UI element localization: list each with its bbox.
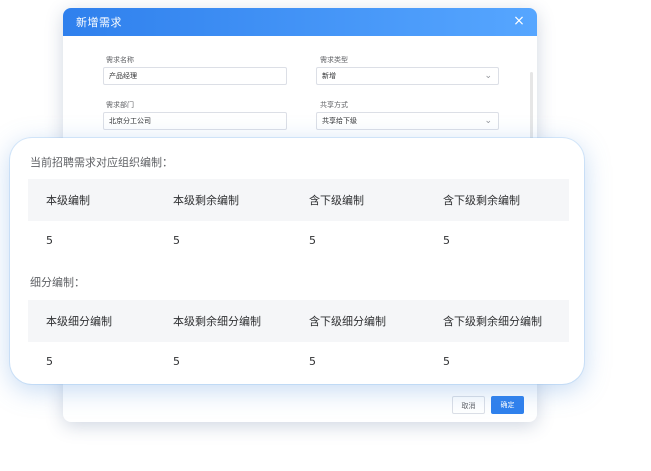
requirement-name-value: 产品经理 <box>109 72 137 80</box>
col-header-incl-sub-sub-remaining: 含下级剩余细分编制 <box>443 315 542 328</box>
dialog-header: 新增需求 × <box>63 8 537 36</box>
cell-own: 5 <box>46 233 53 247</box>
cell-own-remaining: 5 <box>173 233 180 247</box>
chevron-down-icon: ⌄ <box>484 71 492 81</box>
requirement-name-label: 需求名称 <box>106 56 134 64</box>
cancel-button[interactable]: 取消 <box>452 396 485 414</box>
share-method-label: 共享方式 <box>320 101 348 109</box>
org-headcount-table: 本级编制 本级剩余编制 含下级编制 含下级剩余编制 5 5 5 5 <box>28 179 569 259</box>
share-method-value: 共享给下级 <box>322 117 357 125</box>
requirement-dept-input[interactable]: 北京分工公司 <box>103 112 287 130</box>
col-header-own: 本级编制 <box>46 194 90 207</box>
share-method-select[interactable]: 共享给下级 ⌄ <box>316 112 499 130</box>
sub-headcount-title: 细分编制： <box>30 276 85 289</box>
confirm-button[interactable]: 确定 <box>491 396 524 414</box>
col-header-own-sub-remaining: 本级剩余细分编制 <box>173 315 261 328</box>
requirement-type-label: 需求类型 <box>320 56 348 64</box>
requirement-type-value: 新增 <box>322 72 336 80</box>
table-row: 5 5 5 5 <box>28 342 569 380</box>
org-headcount-title: 当前招聘需求对应组织编制： <box>30 156 173 169</box>
cell-incl-sub-sub-remaining: 5 <box>443 354 450 368</box>
requirement-name-input[interactable]: 产品经理 <box>103 67 287 85</box>
cell-incl-sub: 5 <box>309 233 316 247</box>
requirement-dept-value: 北京分工公司 <box>109 117 151 125</box>
close-icon[interactable]: × <box>511 13 527 29</box>
sub-headcount-table: 本级细分编制 本级剩余细分编制 含下级细分编制 含下级剩余细分编制 5 5 5 … <box>28 300 569 380</box>
col-header-own-sub: 本级细分编制 <box>46 315 112 328</box>
screen: 新增需求 × 需求名称 产品经理 需求类型 新增 ⌄ 需求部门 北京分工公司 共… <box>0 0 651 471</box>
cell-own-sub-remaining: 5 <box>173 354 180 368</box>
col-header-own-remaining: 本级剩余编制 <box>173 194 239 207</box>
table-row: 5 5 5 5 <box>28 221 569 259</box>
requirement-type-select[interactable]: 新增 ⌄ <box>316 67 499 85</box>
cell-incl-sub-remaining: 5 <box>443 233 450 247</box>
headcount-overlay-card: 当前招聘需求对应组织编制： 本级编制 本级剩余编制 含下级编制 含下级剩余编制 … <box>10 138 584 384</box>
col-header-incl-sub-remaining: 含下级剩余编制 <box>443 194 520 207</box>
requirement-dept-label: 需求部门 <box>106 101 134 109</box>
chevron-down-icon: ⌄ <box>484 116 492 126</box>
dialog-title: 新增需求 <box>76 16 122 29</box>
col-header-incl-sub-sub: 含下级细分编制 <box>309 315 386 328</box>
col-header-incl-sub: 含下级编制 <box>309 194 364 207</box>
table-header-row: 本级编制 本级剩余编制 含下级编制 含下级剩余编制 <box>28 179 569 221</box>
cell-incl-sub-sub: 5 <box>309 354 316 368</box>
table-header-row: 本级细分编制 本级剩余细分编制 含下级细分编制 含下级剩余细分编制 <box>28 300 569 342</box>
cell-own-sub: 5 <box>46 354 53 368</box>
